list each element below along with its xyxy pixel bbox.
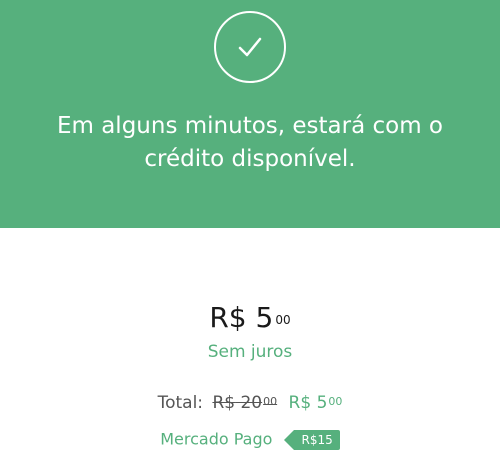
original-price: R$ 2000 bbox=[212, 393, 277, 413]
discount-row: Mercado Pago R$15 bbox=[0, 428, 500, 451]
original-price-cents: 00 bbox=[263, 395, 278, 408]
interest-label: Sem juros bbox=[207, 342, 293, 362]
discounted-price-cents: 00 bbox=[328, 395, 343, 408]
discount-provider: Mercado Pago bbox=[160, 429, 273, 449]
success-message-line1: Em alguns minutos, estará com o bbox=[56, 113, 444, 139]
price-cents: 00 bbox=[275, 313, 291, 327]
installment-price: R$ 5 00 bbox=[0, 300, 500, 336]
discounted-price: R$ 500 bbox=[289, 393, 343, 413]
discounted-price-currency: R$ bbox=[288, 393, 312, 413]
price-amount: 5 bbox=[255, 301, 274, 334]
price-currency: R$ bbox=[209, 301, 247, 334]
checkmark-icon bbox=[214, 11, 286, 83]
total-row: Total: R$ 2000 R$ 500 bbox=[0, 392, 500, 414]
total-label: Total: bbox=[157, 393, 204, 413]
original-price-currency: R$ bbox=[212, 393, 236, 413]
success-banner: Em alguns minutos, estará com o crédito … bbox=[0, 0, 500, 228]
original-price-amount: 20 bbox=[240, 393, 263, 413]
discount-badge: R$15 bbox=[283, 429, 340, 450]
success-message-line2: crédito disponível. bbox=[144, 146, 356, 172]
discounted-price-amount: 5 bbox=[316, 393, 328, 413]
success-message: Em alguns minutos, estará com o crédito … bbox=[0, 110, 500, 176]
